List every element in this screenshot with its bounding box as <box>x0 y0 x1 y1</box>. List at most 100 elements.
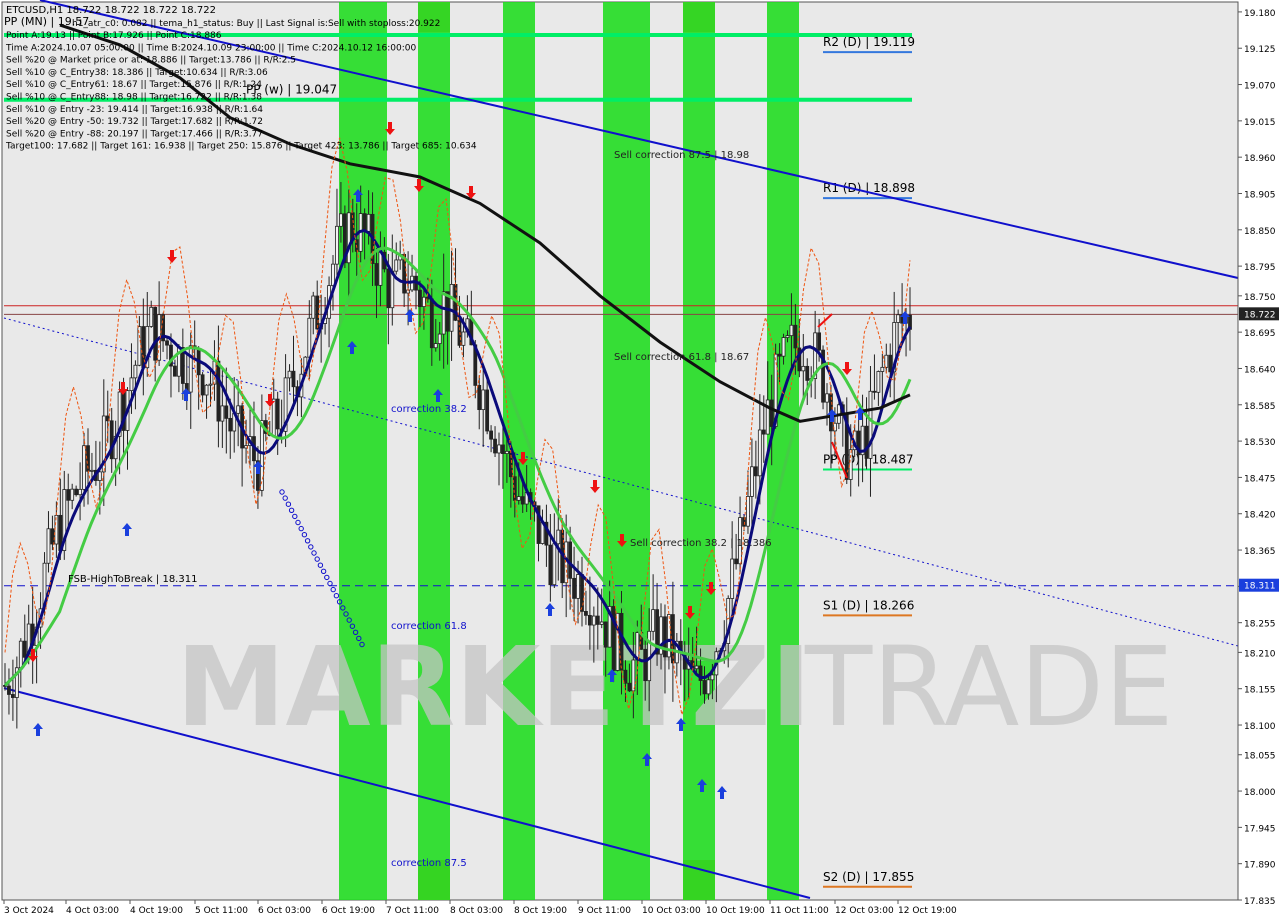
x-tick-label: 6 Oct 03:00 <box>258 906 311 916</box>
x-tick-label: 9 Oct 11:00 <box>578 906 631 916</box>
candle-body <box>805 365 810 381</box>
annotation-sell-382: Sell correction 38.2 | 18.386 <box>630 538 772 549</box>
candle-body <box>670 614 675 664</box>
candle-body <box>825 393 829 403</box>
y-tick-label: 18.100 <box>1244 722 1276 732</box>
y-tick-label: 18.475 <box>1244 474 1276 484</box>
candle-body <box>848 449 853 480</box>
candle-body <box>271 398 276 436</box>
candle-body <box>548 544 553 586</box>
candle-body <box>315 295 320 330</box>
candle-body <box>97 471 102 481</box>
candle-body <box>817 332 822 351</box>
y-tick-label: 18.000 <box>1244 788 1276 798</box>
x-tick-label: 10 Oct 19:00 <box>706 906 765 916</box>
candle-body <box>335 225 339 265</box>
level-label: S2 (D) | 17.855 <box>823 870 914 884</box>
y-tick-label: 18.905 <box>1244 190 1276 200</box>
x-tick-label: 3 Oct 2024 <box>4 906 54 916</box>
candle-body <box>710 674 715 681</box>
y-tick-label: 18.420 <box>1244 511 1276 521</box>
candle-body <box>477 384 482 411</box>
candle-body <box>74 488 79 496</box>
fsb-price-tag-label: 18.311 <box>1244 582 1276 592</box>
candle-body <box>580 574 584 612</box>
candle-body <box>378 251 383 286</box>
candle-body <box>220 405 225 422</box>
candle-body <box>82 445 86 490</box>
candle-body <box>785 335 790 338</box>
y-tick-label: 18.365 <box>1244 547 1276 557</box>
candle-body <box>149 306 154 327</box>
current-price-tag-label: 18.722 <box>1244 310 1276 320</box>
candle-body <box>173 365 177 377</box>
info-line: Point A:19.13 || Point B:17.926 || Point… <box>6 31 222 41</box>
info-line: Sell %20 @ Entry -88: 20.197 || Target:1… <box>6 129 263 139</box>
level-label: S1 (D) | 18.266 <box>823 598 914 612</box>
candle-body <box>346 212 351 264</box>
x-tick-label: 10 Oct 03:00 <box>642 906 701 916</box>
candle-body <box>481 389 486 411</box>
y-tick-label: 18.795 <box>1244 263 1276 273</box>
candle-body <box>769 399 774 427</box>
candle-body <box>734 558 739 565</box>
annotation-fsb: FSB-HighToBreak | 18.311 <box>68 574 197 585</box>
y-tick-label: 19.125 <box>1244 45 1276 55</box>
level-label: R2 (D) | 19.119 <box>823 35 915 49</box>
watermark-right: TRADE <box>804 623 1174 751</box>
candle-body <box>781 337 786 357</box>
y-tick-label: 18.055 <box>1244 752 1276 762</box>
candle-body <box>153 306 158 361</box>
candle-body <box>872 390 877 393</box>
candle-body <box>366 213 371 232</box>
candle-body <box>311 295 316 319</box>
y-tick-label: 17.835 <box>1244 897 1276 907</box>
candle-body <box>394 259 399 272</box>
candle-body <box>461 331 466 346</box>
info-line: Sell %10 @ C_Entry61: 18.67 || Target:15… <box>6 80 262 90</box>
candle-body <box>746 496 750 527</box>
candle-body <box>259 420 264 491</box>
candle-body <box>46 528 51 564</box>
candle-body <box>208 383 213 386</box>
candle-body <box>441 291 446 335</box>
x-tick-label: 11 Oct 11:00 <box>770 906 829 916</box>
session-band <box>683 2 715 900</box>
x-tick-label: 8 Oct 03:00 <box>450 906 503 916</box>
candle-body <box>70 488 75 501</box>
candle-body <box>18 640 23 669</box>
candle-body <box>876 371 881 393</box>
candle-body <box>880 366 885 372</box>
candle-body <box>78 488 82 496</box>
candle-body <box>516 496 521 501</box>
candle-body <box>801 365 806 372</box>
info-line: Sell %20 @ Market price or at: 18.886 ||… <box>6 56 296 66</box>
candle-body <box>228 417 233 432</box>
candle-body <box>437 333 442 344</box>
candle-body <box>552 543 557 586</box>
x-tick-label: 4 Oct 03:00 <box>66 906 119 916</box>
candle-body <box>789 324 794 337</box>
x-tick-label: 4 Oct 19:00 <box>130 906 183 916</box>
annotation-sell-618: Sell correction 61.8 | 18.67 <box>614 352 749 363</box>
session-band <box>339 2 387 900</box>
y-tick-label: 19.180 <box>1244 9 1276 19</box>
y-tick-label: 18.255 <box>1244 620 1276 630</box>
candle-body <box>663 616 667 658</box>
y-tick-label: 18.960 <box>1244 154 1276 164</box>
x-tick-label: 12 Oct 19:00 <box>898 906 957 916</box>
x-tick-label: 12 Oct 03:00 <box>835 906 894 916</box>
status-line: h1_atr_c0: 0.082 || tema_h1_status: Buy … <box>72 19 440 29</box>
candle-body <box>777 353 782 357</box>
candle-body <box>287 370 292 379</box>
candle-body <box>485 389 490 432</box>
info-line: Sell %10 @ Entry -23: 19.414 || Target:1… <box>6 105 263 115</box>
candle-body <box>374 263 379 286</box>
candle-body <box>422 296 426 307</box>
candle-body <box>702 680 707 695</box>
y-tick-label: 18.155 <box>1244 686 1276 696</box>
info-line: Sell %10 @ C_Entry88: 18.98 || Target:16… <box>6 93 262 103</box>
y-tick-label: 17.890 <box>1244 861 1276 871</box>
x-tick-label: 5 Oct 11:00 <box>195 906 248 916</box>
candle-body <box>497 444 501 454</box>
